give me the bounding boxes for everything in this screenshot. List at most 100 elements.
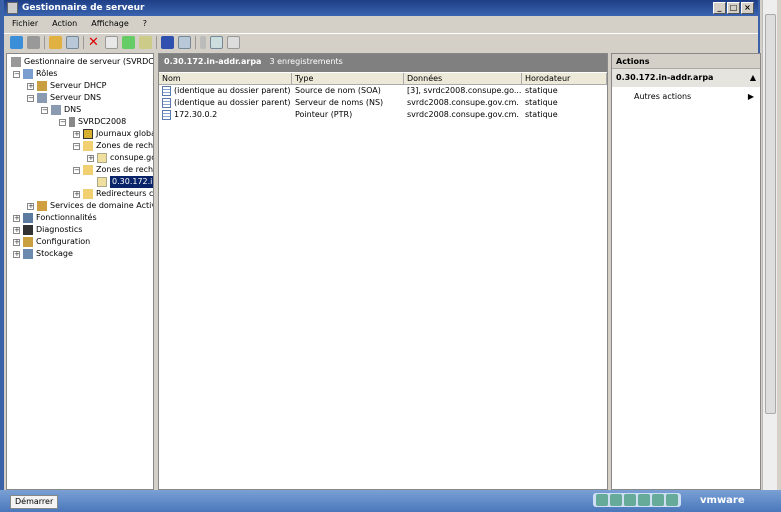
back-icon[interactable] xyxy=(10,36,23,49)
record-text: svrdc2008.consupe.gov.cm. xyxy=(407,110,519,119)
expand-icon[interactable]: + xyxy=(13,238,20,246)
tree-logs[interactable]: + Journaux globa xyxy=(73,128,154,140)
record-text: 172.30.0.2 xyxy=(174,110,218,119)
tree-reverse-zones[interactable]: − Zones de reche xyxy=(73,164,154,176)
server-icon[interactable] xyxy=(200,36,206,49)
expand-icon[interactable]: + xyxy=(27,202,34,210)
expand-icon[interactable]: + xyxy=(13,214,20,222)
menu-action[interactable]: Action xyxy=(52,19,77,29)
separator xyxy=(195,36,196,49)
active-directory-icon xyxy=(37,201,47,211)
tree-forwarders[interactable]: + Redirecteurs co xyxy=(73,188,153,200)
expand-icon[interactable]: + xyxy=(13,226,20,234)
column-horodateur[interactable]: Horodateur xyxy=(522,73,607,84)
delete-icon[interactable]: ✕ xyxy=(88,36,101,49)
collapse-icon[interactable]: − xyxy=(73,166,80,174)
help-icon[interactable] xyxy=(161,36,174,49)
tree-root[interactable]: Gestionnaire de serveur (SVRDC200 xyxy=(11,56,153,68)
network-icon[interactable] xyxy=(638,494,650,506)
floppy-icon[interactable] xyxy=(624,494,636,506)
tree-ad[interactable]: + Services de domaine Active xyxy=(27,200,154,212)
list-icon[interactable] xyxy=(210,36,223,49)
maximize-button[interactable]: □ xyxy=(727,2,740,14)
record-cell: statique xyxy=(522,85,607,97)
zone-title: 0.30.172.in-addr.arpa xyxy=(164,57,262,66)
tree-host[interactable]: − SVRDC2008 xyxy=(59,116,126,128)
other-actions-item[interactable]: Autres actions ▶ xyxy=(612,87,760,101)
column-type[interactable]: Type xyxy=(292,73,404,84)
server-icon xyxy=(7,2,18,14)
tree-label: 0.30.172.in xyxy=(110,176,153,188)
expand-icon[interactable]: + xyxy=(73,190,80,198)
record-icon xyxy=(162,85,171,96)
tree-label: Zones de reche xyxy=(96,165,154,174)
record-text: Serveur de noms (NS) xyxy=(295,98,384,107)
properties-icon[interactable] xyxy=(105,36,118,49)
menu-help[interactable]: ? xyxy=(143,19,147,29)
tree-storage[interactable]: + Stockage xyxy=(13,248,73,260)
vertical-scrollbar[interactable] xyxy=(762,0,777,490)
actions-section-title: 0.30.172.in-addr.arpa xyxy=(616,73,714,82)
collapse-icon[interactable]: − xyxy=(59,118,66,126)
tree-label: Serveur DHCP xyxy=(50,81,107,90)
menu-fichier[interactable]: Fichier xyxy=(12,19,38,29)
collapse-icon[interactable]: − xyxy=(27,94,34,102)
collapse-icon[interactable]: − xyxy=(41,106,48,114)
expand-icon[interactable]: + xyxy=(27,82,34,90)
expand-icon[interactable]: + xyxy=(13,250,20,258)
folder-icon xyxy=(83,165,93,175)
record-row[interactable]: (identique au dossier parent) Serveur de … xyxy=(159,97,607,109)
column-donnees[interactable]: Données xyxy=(404,73,522,84)
record-row[interactable]: (identique au dossier parent) Source de n… xyxy=(159,85,607,97)
expand-icon[interactable]: + xyxy=(87,154,94,162)
tree-label: Services de domaine Active xyxy=(50,201,154,210)
tree-dns[interactable]: − DNS xyxy=(41,104,81,116)
tree-label: SVRDC2008 xyxy=(78,117,127,126)
taskbar: Démarrer vmware xyxy=(0,490,781,512)
record-text: svrdc2008.consupe.gov.cm. xyxy=(407,98,519,107)
minimize-button[interactable]: _ xyxy=(713,2,726,14)
scroll-thumb[interactable] xyxy=(765,14,776,414)
collapse-up-icon[interactable]: ▲ xyxy=(750,73,756,83)
tree-roles[interactable]: − Rôles xyxy=(13,68,57,80)
record-cell: statique xyxy=(522,97,607,109)
start-button[interactable]: Démarrer xyxy=(10,495,59,509)
tree-configuration[interactable]: + Configuration xyxy=(13,236,90,248)
record-text: statique xyxy=(525,98,558,107)
tree-label: Fonctionnalités xyxy=(36,213,97,222)
tree-forward-zones[interactable]: − Zones de reche xyxy=(73,140,153,152)
tree-dhcp[interactable]: + Serveur DHCP xyxy=(27,80,106,92)
up-folder-icon[interactable] xyxy=(49,36,62,49)
record-row[interactable]: 172.30.0.2 Pointeur (PTR) svrdc2008.consup… xyxy=(159,109,607,121)
refresh-icon[interactable] xyxy=(122,36,135,49)
export-icon[interactable] xyxy=(139,36,152,49)
collapse-icon[interactable]: − xyxy=(13,70,20,78)
copy-icon[interactable] xyxy=(227,36,240,49)
collapse-icon[interactable]: − xyxy=(73,142,80,150)
expand-icon[interactable]: + xyxy=(73,130,80,138)
dhcp-icon xyxy=(37,81,47,91)
forward-icon[interactable] xyxy=(27,36,40,49)
tree-dns-server[interactable]: − Serveur DNS xyxy=(27,92,101,104)
close-button[interactable]: × xyxy=(741,2,754,14)
tree-zone-consupe[interactable]: + consupe.go xyxy=(87,152,153,164)
usb-icon[interactable] xyxy=(666,494,678,506)
tree-features[interactable]: + Fonctionnalités xyxy=(13,212,97,224)
record-icon xyxy=(162,97,171,108)
tree-diagnostics[interactable]: + Diagnostics xyxy=(13,224,82,236)
hard-disk-icon[interactable] xyxy=(596,494,608,506)
column-nom[interactable]: Nom xyxy=(159,73,292,84)
tree-zone-selected[interactable]: 0.30.172.in xyxy=(97,176,153,188)
show-tree-icon[interactable] xyxy=(66,36,79,49)
sound-icon[interactable] xyxy=(652,494,664,506)
menu-affichage[interactable]: Affichage xyxy=(91,19,129,29)
tree-label: Serveur DNS xyxy=(50,93,102,102)
server-manager-window: Gestionnaire de serveur _ □ × Fichier Ac… xyxy=(0,0,761,490)
actions-section[interactable]: 0.30.172.in-addr.arpa ▲ xyxy=(612,69,760,87)
tree-label: Journaux globa xyxy=(96,129,154,138)
cd-icon[interactable] xyxy=(610,494,622,506)
show-actions-icon[interactable] xyxy=(178,36,191,49)
tree-label: DNS xyxy=(64,105,82,114)
record-text: (identique au dossier parent) xyxy=(174,86,291,95)
actions-pane: Actions 0.30.172.in-addr.arpa ▲ Autres ac… xyxy=(611,53,761,490)
